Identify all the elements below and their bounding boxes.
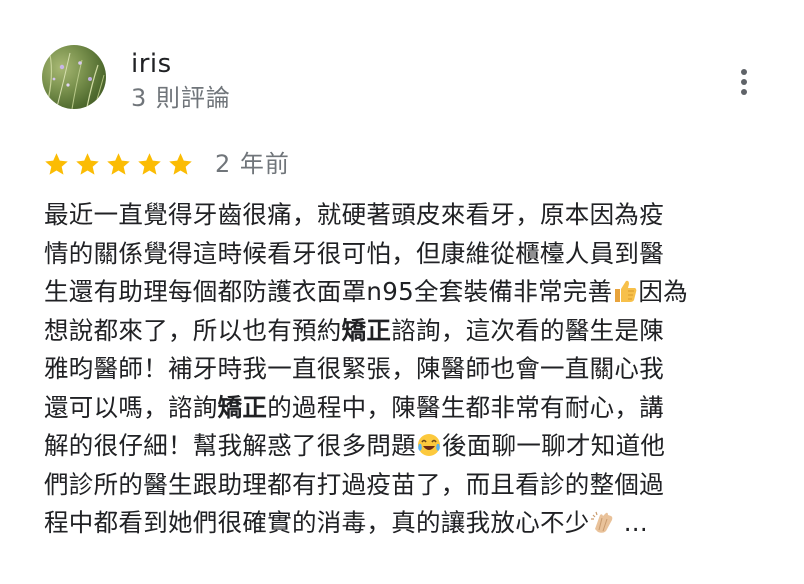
thumbs-up-emoji xyxy=(612,277,638,316)
review-text-line: 程中都看到她們很確實的消毒，真的讓我放心不少 ... xyxy=(44,504,774,543)
review-text-highlight: 矯正 xyxy=(217,392,268,422)
review-text: 最近一直覺得牙齒很痛，就硬著頭皮來看牙，原本因為疫 情的關係覺得這時候看牙很可怕… xyxy=(44,196,774,543)
review-text-line: 生還有助理每個都防護衣面罩n95全套裝備非常完善 因為 xyxy=(44,273,774,312)
review-text-line: 解的很仔細！幫我解惑了很多問題 後面聊一聊才知道他 xyxy=(44,427,774,466)
review-text-line: 想說都來了，所以也有預約矯正諮詢，這次看的醫生是陳 xyxy=(44,312,774,351)
reviewer-name[interactable]: iris xyxy=(131,48,172,80)
review-text-segment: 解的很仔細！幫我解惑了很多問題 xyxy=(44,431,416,460)
more-vert-icon-dot xyxy=(741,79,747,85)
review-text-segment: 程中都看到她們很確實的消毒，真的讓我放心不少 xyxy=(44,508,590,537)
avatar[interactable] xyxy=(42,45,106,109)
review-text-segment: 因為 xyxy=(638,277,689,306)
more-vert-icon xyxy=(741,69,747,75)
review-text-segment: 情的關係覺得這時候看牙很可怕，但康維從櫃檯人員到醫 xyxy=(44,238,664,268)
review-text-line: 還可以嗎，諮詢矯正的過程中，陳醫生都非常有耐心，講 xyxy=(44,389,774,428)
review-text-segment: 的過程中，陳醫生都非常有耐心，講 xyxy=(267,392,665,422)
review-text-segment: 諮詢，這次看的醫生是陳 xyxy=(391,315,665,345)
star-icon xyxy=(138,152,161,175)
reviewer-review-count[interactable]: 3 則評論 xyxy=(131,83,231,113)
review-time: 2 年前 xyxy=(215,150,290,178)
review-text-segment: 生還有助理每個都防護衣面罩n95全套裝備非常完善 xyxy=(44,277,613,306)
review-card: iris 3 則評論 2 年前 最近一直覺得牙齒很痛，就硬著頭皮來看牙，原本因為… xyxy=(0,0,804,584)
review-text-line: 雅昀醫師！補牙時我一直很緊張，陳醫師也會一直關心我 xyxy=(44,350,774,389)
review-text-line: 們診所的醫生跟助理都有打過疫苗了，而且看診的整個過 xyxy=(44,466,774,505)
star-icon xyxy=(45,152,68,175)
more-vert-icon-dot xyxy=(741,89,747,95)
review-text-segment: 後面聊一聊才知道他 xyxy=(442,431,666,460)
review-text-line: 最近一直覺得牙齒很痛，就硬著頭皮來看牙，原本因為疫 xyxy=(44,196,774,235)
review-text-segment: 雅昀醫師！補牙時我一直很緊張，陳醫師也會一直關心我 xyxy=(44,354,664,383)
review-text-segment: 還可以嗎，諮詢 xyxy=(44,392,218,422)
review-text-segment: 們診所的醫生跟助理都有打過疫苗了，而且看診的整個過 xyxy=(44,469,664,499)
avatar-photo xyxy=(46,52,105,109)
star-icon xyxy=(107,152,130,175)
review-more-ellipsis[interactable]: ... xyxy=(616,508,648,537)
review-text-highlight: 矯正 xyxy=(341,315,392,345)
star-icon xyxy=(169,152,192,175)
tears-of-joy-emoji xyxy=(416,431,442,470)
review-text-line: 情的關係覺得這時候看牙很可怕，但康維從櫃檯人員到醫 xyxy=(44,235,774,274)
clapping-hands-emoji xyxy=(590,508,616,547)
star-rating xyxy=(43,148,198,180)
review-text-segment: 最近一直覺得牙齒很痛，就硬著頭皮來看牙，原本因為疫 xyxy=(44,200,664,229)
star-icon xyxy=(76,152,99,175)
more-options-button[interactable] xyxy=(728,62,760,102)
review-text-segment: 想說都來了，所以也有預約 xyxy=(44,315,342,345)
